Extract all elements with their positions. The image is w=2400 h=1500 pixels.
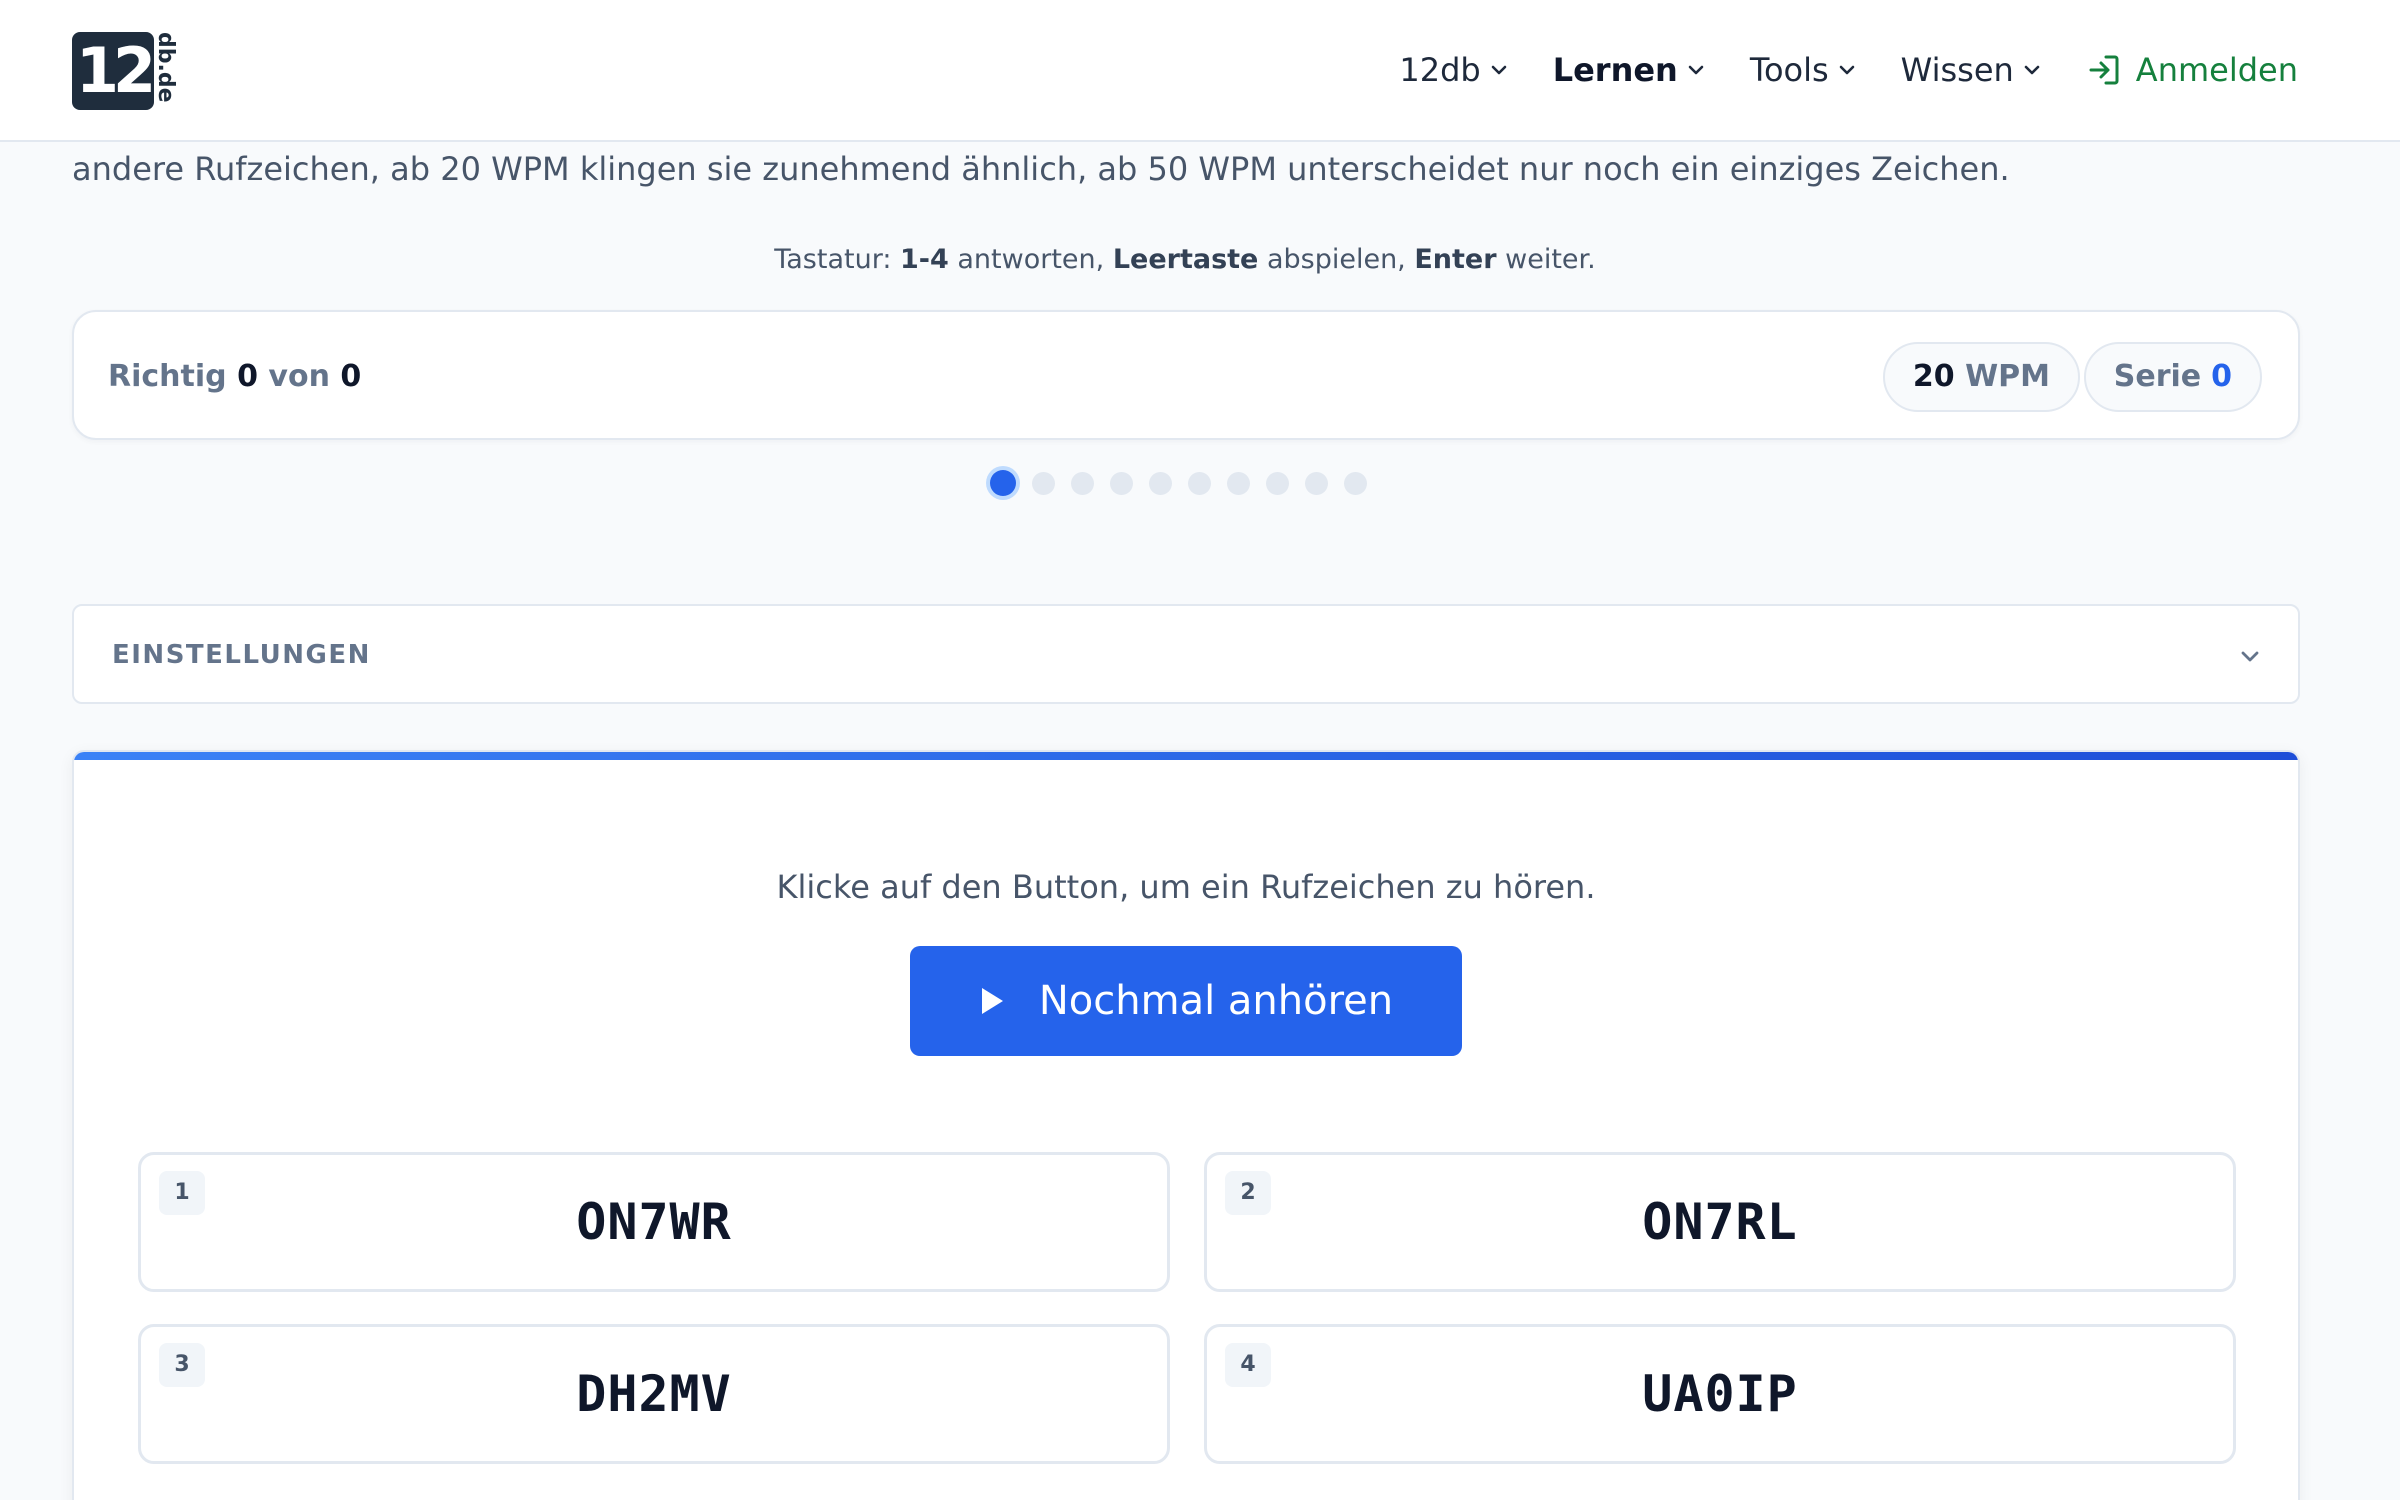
site-header: 12 db.de 12db Lernen Tools Wissen Anmeld… <box>0 0 2400 142</box>
nav-item-label: Wissen <box>1900 51 2014 89</box>
nav-item-wissen[interactable]: Wissen <box>1901 51 2042 89</box>
score-of-label: von <box>268 359 330 394</box>
answer-callsign: ON7RL <box>1642 1193 1798 1251</box>
logo-number: 12 <box>75 34 156 107</box>
logo-domain: db.de <box>153 32 178 103</box>
nav-item-label: Tools <box>1749 51 1829 89</box>
chevron-down-icon <box>1688 65 1704 75</box>
login-link[interactable]: Anmelden <box>2086 51 2298 89</box>
keyboard-hint: Tastatur: 1-4 antworten, Leertaste abspi… <box>0 244 2370 275</box>
answer-key-badge: 2 <box>1225 1171 1271 1215</box>
keyboard-hint-text: abspielen, <box>1258 244 1415 275</box>
progress-dot <box>1344 471 1367 495</box>
score-total: 0 <box>340 359 362 394</box>
answer-key-badge: 1 <box>159 1171 205 1215</box>
score-card: Richtig 0 von 0 20 WPM Serie 0 <box>72 310 2300 440</box>
wpm-value: 20 <box>1912 359 1955 394</box>
nav-item-label: Lernen <box>1552 51 1678 89</box>
keyboard-hint-key-next: Enter <box>1414 244 1497 275</box>
nav-item-12db[interactable]: 12db <box>1399 51 1508 89</box>
nav-item-tools[interactable]: Tools <box>1750 51 1857 89</box>
chevron-down-icon <box>1491 65 1506 75</box>
keyboard-hint-key-answer: 1-4 <box>900 244 949 275</box>
answer-option-2[interactable]: ON7RL 2 <box>1204 1152 2236 1292</box>
wpm-unit: WPM <box>1965 359 2050 394</box>
keyboard-hint-prefix: Tastatur: <box>774 244 901 275</box>
settings-toggle[interactable]: EINSTELLUNGEN <box>72 604 2300 704</box>
keyboard-hint-text: antworten, <box>948 244 1113 275</box>
keyboard-hint-text: weiter. <box>1496 244 1596 275</box>
answer-callsign: UA0IP <box>1642 1365 1798 1423</box>
login-label: Anmelden <box>2135 51 2298 89</box>
chevron-down-icon <box>2024 65 2040 75</box>
answer-option-4[interactable]: UA0IP 4 <box>1204 1324 2236 1464</box>
score-label: Richtig <box>108 359 227 394</box>
answer-callsign: ON7WR <box>576 1193 732 1251</box>
quiz-instruction: Klicke auf den Button, um ein Rufzeichen… <box>776 868 1596 906</box>
replay-button-label: Nochmal anhören <box>1038 978 1394 1024</box>
progress-dot <box>1227 471 1250 495</box>
play-icon <box>981 988 1003 1014</box>
replay-button[interactable]: Nochmal anhören <box>910 946 1462 1056</box>
answer-key-badge: 3 <box>159 1343 205 1387</box>
wpm-badge: 20 WPM <box>1882 342 2080 412</box>
progress-dot-current <box>990 470 1016 496</box>
nav-item-lernen[interactable]: Lernen <box>1553 51 1706 89</box>
main-nav: 12db Lernen Tools Wissen Anmelden <box>1399 40 2298 100</box>
answer-option-1[interactable]: ON7WR 1 <box>138 1152 1170 1292</box>
chevron-down-icon <box>1839 65 1854 75</box>
progress-dot <box>1032 471 1055 495</box>
streak-label: Serie <box>2113 359 2202 394</box>
streak-value: 0 <box>2211 359 2232 394</box>
answer-option-3[interactable]: DH2MV 3 <box>138 1324 1170 1464</box>
score-summary: Richtig 0 von 0 <box>108 312 361 442</box>
progress-dot <box>1305 471 1328 495</box>
quiz-card: Klicke auf den Button, um ein Rufzeichen… <box>72 750 2300 1500</box>
progress-dot <box>1266 471 1289 495</box>
quiz-accent-bar <box>74 752 2298 760</box>
progress-dot <box>1071 471 1094 495</box>
site-logo[interactable]: 12 db.de <box>72 30 178 112</box>
score-correct: 0 <box>237 359 258 394</box>
answer-callsign: DH2MV <box>576 1365 732 1423</box>
progress-dot <box>1188 471 1211 495</box>
login-icon <box>2089 55 2119 85</box>
streak-badge: Serie 0 <box>2083 342 2262 412</box>
progress-dot <box>1110 471 1133 495</box>
nav-item-label: 12db <box>1399 51 1481 89</box>
settings-label: EINSTELLUNGEN <box>112 640 371 670</box>
answer-key-badge: 4 <box>1225 1343 1271 1387</box>
progress-dot <box>1149 471 1172 495</box>
progress-dots <box>990 468 1367 498</box>
keyboard-hint-key-play: Leertaste <box>1112 244 1259 275</box>
intro-text: andere Rufzeichen, ab 20 WPM klingen sie… <box>72 150 2010 188</box>
chevron-down-icon <box>2241 651 2259 662</box>
